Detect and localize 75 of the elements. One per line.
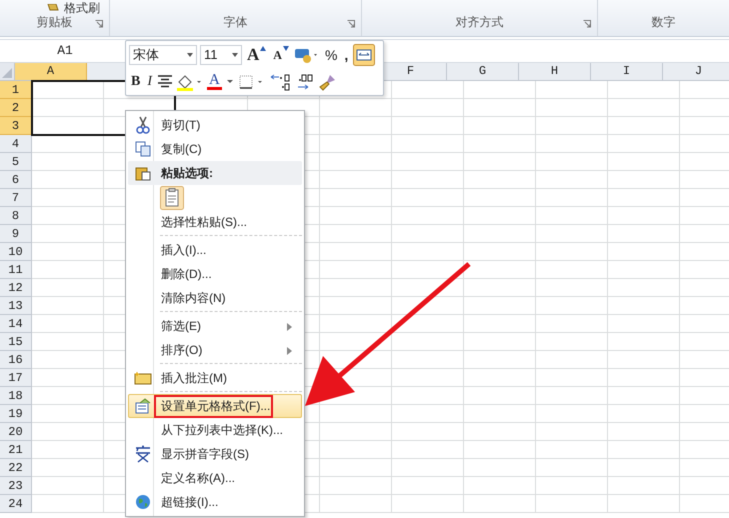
center-align-icon[interactable]	[157, 74, 174, 88]
menu-item[interactable]: 选择性粘贴(S)...	[128, 210, 302, 234]
menu-item[interactable]: 超链接(I)...	[128, 490, 302, 514]
row-header[interactable]: 10	[0, 243, 32, 261]
bold-button[interactable]: B	[129, 72, 142, 90]
menu-item[interactable]: 删除(D)...	[128, 262, 302, 286]
dialog-launcher-icon[interactable]	[347, 20, 355, 28]
menu-item[interactable]: 排序(O)	[128, 338, 302, 362]
percent-button[interactable]: %	[322, 46, 340, 64]
menu-section-header: 粘贴选项:	[128, 161, 302, 185]
note-icon	[134, 371, 152, 385]
dialog-launcher-icon[interactable]	[95, 20, 103, 28]
row-header[interactable]: 7	[0, 189, 32, 207]
increase-decimal-icon[interactable]	[268, 72, 291, 90]
menu-item[interactable]: 从下拉列表中选择(K)...	[128, 418, 302, 442]
grow-font-button[interactable]: A	[245, 46, 268, 64]
row-header[interactable]: 15	[0, 333, 32, 351]
menu-item[interactable]: 设置单元格格式(F)...	[128, 394, 302, 418]
menu-item[interactable]: 清除内容(N)	[128, 286, 302, 310]
font-size-dropdown[interactable]: 11	[200, 44, 242, 64]
row-header[interactable]: 17	[0, 369, 32, 387]
row-header[interactable]: 21	[0, 441, 32, 459]
group-label: 对齐方式	[456, 14, 504, 31]
merge-center-icon[interactable]	[353, 44, 376, 66]
row-header[interactable]: 8	[0, 207, 32, 225]
font-dropdown[interactable]: 宋体	[129, 44, 197, 64]
font-color-button[interactable]: A	[207, 73, 222, 90]
submenu-arrow-icon	[287, 347, 293, 355]
clipboard-icon	[135, 165, 151, 181]
row-header[interactable]: 16	[0, 351, 32, 369]
column-header[interactable]: A	[15, 63, 87, 80]
row-header[interactable]: 13	[0, 297, 32, 315]
row-header[interactable]: 19	[0, 405, 32, 423]
dialog-launcher-icon[interactable]	[583, 20, 591, 28]
row-header[interactable]: 18	[0, 387, 32, 405]
menu-item[interactable]: 显示拼音字段(S)	[128, 442, 302, 466]
row-header[interactable]: 1	[0, 81, 32, 99]
menu-item[interactable]: 定义名称(A)...	[128, 466, 302, 490]
brush-icon	[46, 4, 60, 14]
up-triangle-icon	[260, 46, 266, 50]
dropdown-arrow-icon[interactable]	[224, 78, 235, 84]
globe-icon	[135, 494, 151, 510]
down-triangle-icon	[282, 46, 289, 50]
row-header[interactable]: 3	[0, 117, 32, 135]
scissors-icon	[136, 116, 150, 134]
group-label: 数字	[652, 14, 676, 31]
menu-item[interactable]: 筛选(E)	[128, 314, 302, 338]
row-header[interactable]: 20	[0, 423, 32, 441]
row-header[interactable]: 6	[0, 171, 32, 189]
pinyin-icon	[134, 445, 152, 463]
row-header[interactable]: 12	[0, 279, 32, 297]
menu-item[interactable]: 插入(I)...	[128, 238, 302, 262]
row-header[interactable]: 22	[0, 459, 32, 477]
row-header[interactable]: 4	[0, 135, 32, 153]
group-label: 字体	[224, 14, 248, 31]
menu-item[interactable]: 复制(C)	[128, 137, 302, 161]
shrink-font-button[interactable]: A	[271, 46, 291, 64]
group-label: 剪贴板	[36, 14, 72, 31]
row-header[interactable]: 9	[0, 225, 32, 243]
italic-button[interactable]: I	[145, 72, 154, 90]
row-header[interactable]: 2	[0, 99, 32, 117]
row-header[interactable]: 5	[0, 153, 32, 171]
paste-icon[interactable]	[160, 186, 184, 210]
format-cells-icon	[135, 398, 151, 414]
menu-item[interactable]: 剪切(T)	[128, 113, 302, 137]
row-header[interactable]: 24	[0, 495, 32, 513]
format-painter-button[interactable]: 格式刷	[46, 0, 100, 17]
brush-icon[interactable]	[318, 72, 337, 90]
menu-item[interactable]: 插入批注(M)	[128, 366, 302, 390]
comma-style-button[interactable]: ,	[342, 46, 350, 64]
submenu-arrow-icon	[287, 323, 293, 331]
row-header[interactable]: 11	[0, 261, 32, 279]
copy-icon	[135, 141, 151, 157]
row-header[interactable]: 23	[0, 477, 32, 495]
row-header[interactable]: 14	[0, 315, 32, 333]
